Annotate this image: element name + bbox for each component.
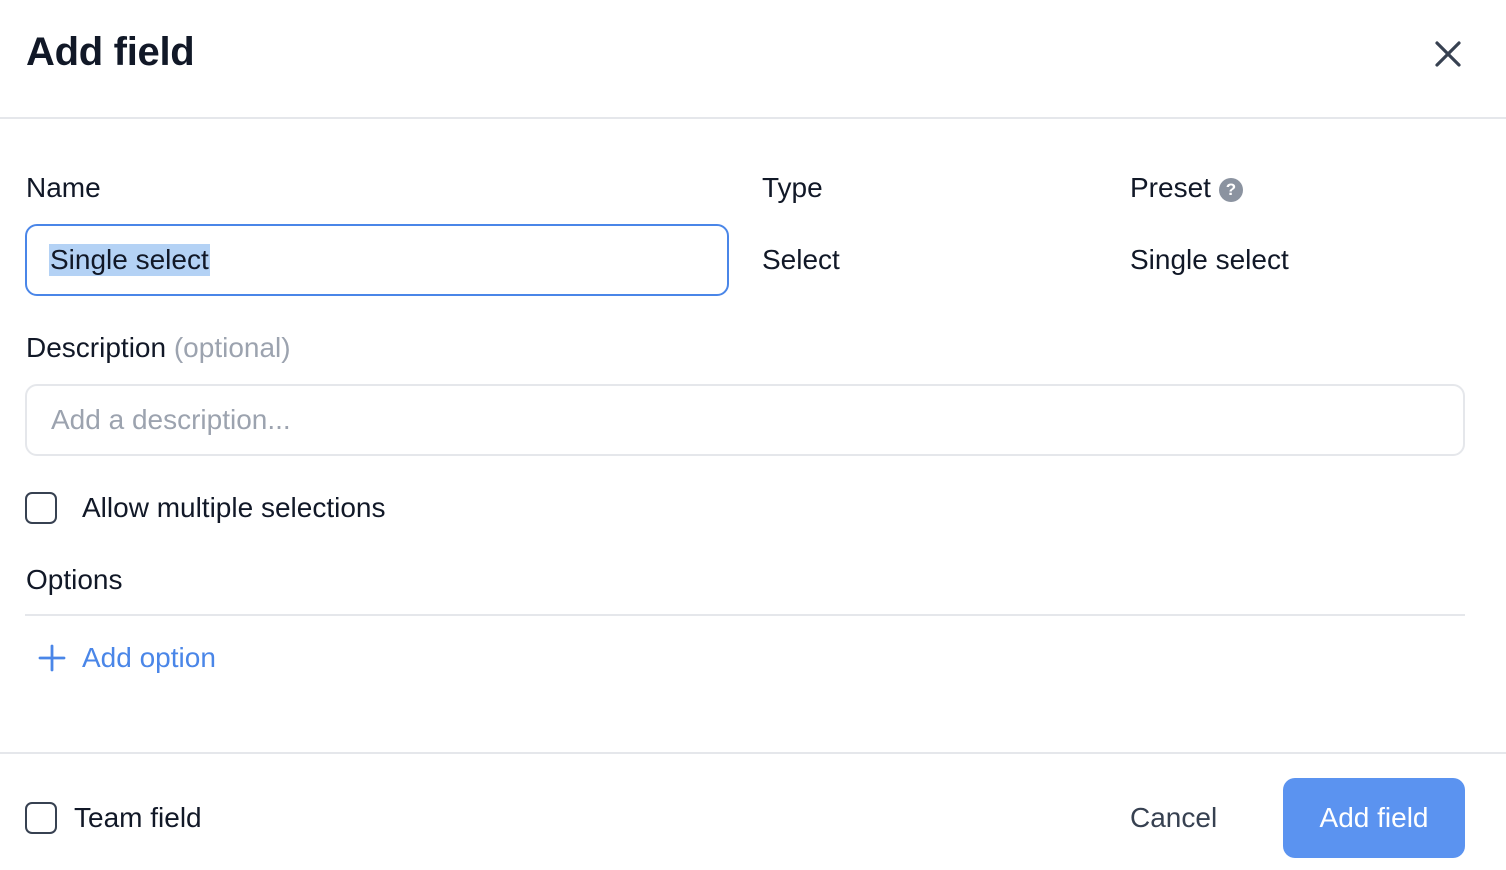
name-input[interactable]: Single select xyxy=(25,224,729,296)
optional-hint: (optional) xyxy=(173,332,291,363)
dialog-title: Add field xyxy=(26,30,195,74)
add-option-button[interactable]: Add option xyxy=(38,642,216,674)
team-field-checkbox[interactable] xyxy=(25,802,57,834)
cancel-button[interactable]: Cancel xyxy=(1110,778,1237,858)
preset-label: Preset? xyxy=(1130,172,1243,204)
allow-multiple-checkbox[interactable] xyxy=(25,492,57,524)
name-input-value: Single select xyxy=(49,244,210,276)
close-button[interactable] xyxy=(1426,32,1470,76)
options-label: Options xyxy=(26,564,123,595)
team-field-label[interactable]: Team field xyxy=(74,802,202,834)
description-input[interactable] xyxy=(25,384,1465,456)
dialog-footer xyxy=(0,752,1506,870)
add-field-dialog: Add field Name Type Preset? Single selec… xyxy=(0,0,1506,870)
question-circle-icon[interactable]: ? xyxy=(1218,178,1243,202)
dialog-header: Add field xyxy=(0,0,1506,119)
add-field-button[interactable]: Add field xyxy=(1283,778,1465,858)
allow-multiple-label[interactable]: Allow multiple selections xyxy=(82,492,385,524)
plus-icon xyxy=(38,644,66,672)
description-label-text: Description xyxy=(26,332,167,363)
options-divider xyxy=(25,614,1465,616)
type-value: Select xyxy=(762,244,840,275)
add-option-label: Add option xyxy=(82,642,216,673)
type-label: Type xyxy=(762,172,823,203)
name-label: Name xyxy=(26,172,101,203)
close-icon xyxy=(1435,41,1461,67)
preset-value: Single select xyxy=(1130,244,1289,275)
description-label: Description (optional) xyxy=(26,332,291,364)
preset-label-text: Preset xyxy=(1130,172,1211,203)
